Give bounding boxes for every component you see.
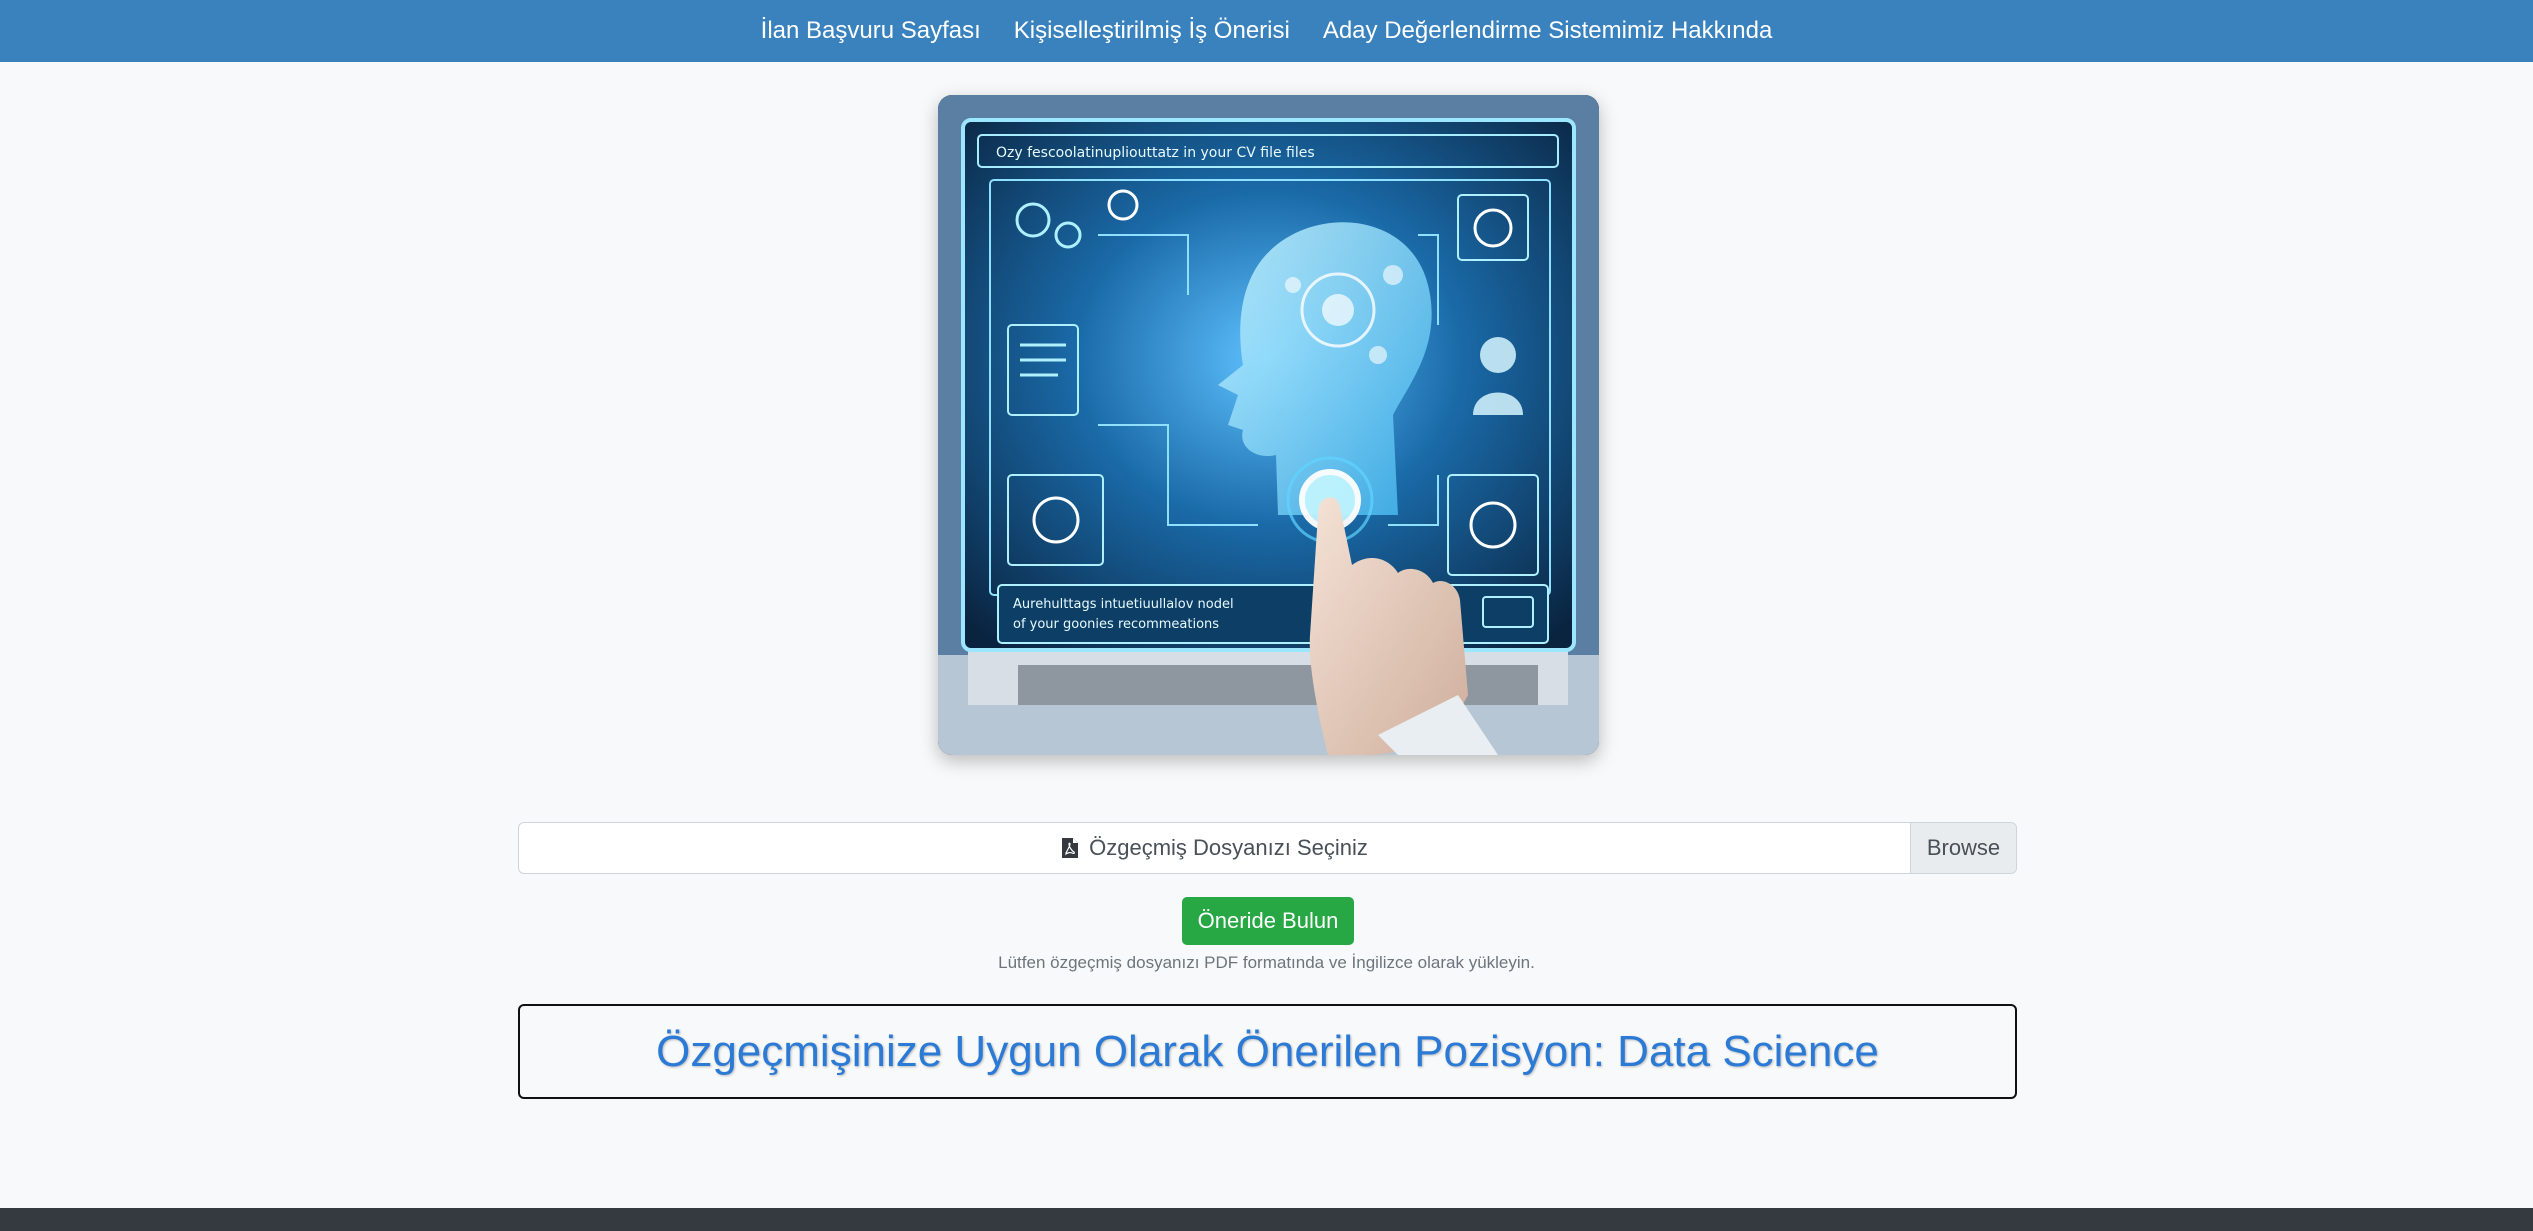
nav-link-personalized-job-suggestion[interactable]: Kişiselleştirilmiş İş Önerisi (1014, 17, 1290, 45)
result-text: Özgeçmişinize Uygun Olarak Önerilen Pozi… (656, 1026, 1879, 1076)
nav-link-job-application[interactable]: İlan Başvuru Sayfası (761, 17, 981, 45)
hero-screen-bottom-text-2: of your goonies recommeations (1013, 617, 1219, 632)
upload-hint-text: Lütfen özgeçmiş dosyanızı PDF formatında… (998, 953, 1535, 972)
file-upload-field[interactable]: Özgeçmiş Dosyanızı Seçiniz Browse (518, 822, 2017, 874)
nav-link-about-evaluation-system[interactable]: Aday Değerlendirme Sistemimiz Hakkında (1323, 17, 1773, 45)
hero-screen-bottom-text-1: Aurehulttags intuetiuullalov nodel (1013, 597, 1234, 612)
file-upload-label[interactable]: Özgeçmiş Dosyanızı Seçiniz (519, 823, 1910, 873)
top-navbar: İlan Başvuru Sayfası Kişiselleştirilmiş … (0, 0, 2533, 62)
footer (0, 1208, 2533, 1231)
hero-image: Ozy fescoolatinupliouttatz in your CV fi… (938, 95, 1599, 755)
result-box: Özgeçmişinize Uygun Olarak Önerilen Pozi… (518, 1004, 2017, 1099)
file-upload-label-text: Özgeçmiş Dosyanızı Seçiniz (1089, 835, 1368, 860)
hero-screen-top-text: Ozy fescoolatinupliouttatz in your CV fi… (996, 145, 1315, 161)
file-pdf-icon (1062, 838, 1079, 858)
submit-recommendation-button[interactable]: Öneride Bulun (1182, 897, 1354, 945)
browse-button[interactable]: Browse (1910, 823, 2016, 873)
